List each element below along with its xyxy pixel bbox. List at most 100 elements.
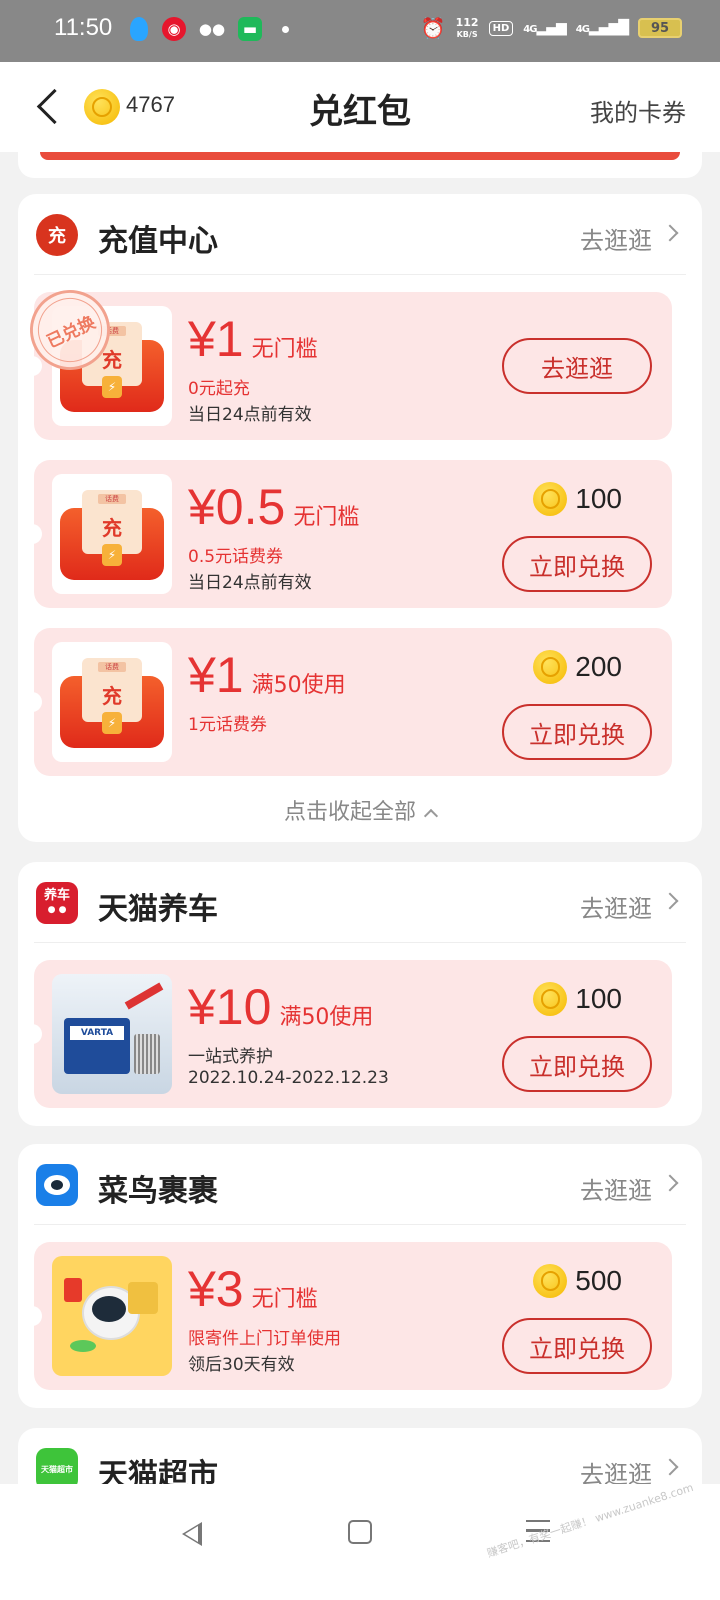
section-header[interactable]: 充 充值中心 去逛逛 [18, 194, 702, 274]
coin-price: 200 [533, 650, 622, 684]
coupon-amount: ¥3 [188, 1261, 244, 1317]
coupon-card: 话费充 ⚡ ¥0.5 无门槛 0.5元话费券 当日24点前有效 100 立即兑换 [28, 460, 672, 608]
redeem-button[interactable]: 立即兑换 [502, 704, 652, 760]
coupon-desc: 一站式养护 [188, 1047, 273, 1067]
pack-tag: 话费 [98, 494, 126, 504]
car-battery-image: VARTA [52, 974, 172, 1094]
divider [34, 274, 686, 275]
coupon-value: ¥10 满50使用 [188, 978, 373, 1036]
red-packet-icon: 话费充 ⚡ [60, 488, 164, 580]
browse-link[interactable]: 去逛逛 [580, 221, 652, 256]
coupon-desc: 限寄件上门订单使用 [188, 1329, 341, 1349]
browse-link[interactable]: 去逛逛 [580, 889, 652, 924]
redeem-button[interactable]: 立即兑换 [502, 536, 652, 592]
wechat-icon: ●● [198, 20, 226, 38]
red-packet-image: 话费充 ⚡ [52, 474, 172, 594]
coin-icon [533, 650, 568, 684]
coupon-card: VARTA ¥10 满50使用 一站式养护 2022.10.24-2022.12… [28, 960, 672, 1108]
red-packet-icon: 话费充 ⚡ [60, 656, 164, 748]
pack-char: 充 [102, 684, 122, 708]
collapse-all-toggle[interactable]: 点击收起全部 [18, 794, 702, 826]
recharge-logo-text: 充 [48, 226, 66, 247]
price-value: 500 [575, 1265, 622, 1296]
lightning-icon: ⚡ [102, 544, 122, 566]
nav-home-icon[interactable] [348, 1520, 372, 1544]
lightning-icon: ⚡ [102, 376, 122, 398]
mascot-face-icon [92, 1296, 126, 1322]
weibo-icon: ◉ [162, 17, 186, 41]
coupon-card: 话费充 ⚡ ¥1 无门槛 0元起充 当日24点前有效 去逛逛 [28, 292, 672, 440]
coupon-condition: 无门槛 [251, 337, 318, 362]
status-bar: 11:50 ◉ ●● ▬ ⏰ 112 KB/S HD 4G▂▄▆ 4G▂▄▆█ 9… [0, 0, 720, 62]
network-speed: 112 KB/S [456, 17, 479, 40]
chevron-right-icon [661, 1174, 679, 1192]
system-nav-bar [0, 1484, 720, 1600]
filter-product-icon [134, 1034, 160, 1074]
coin-price: 100 [533, 482, 622, 516]
speed-unit: KB/S [456, 29, 478, 39]
price-value: 100 [575, 483, 622, 514]
stamp-text: 已兑换 [43, 312, 99, 353]
section-title: 充值中心 [98, 224, 218, 259]
coin-icon [533, 1264, 568, 1298]
tmall-car-logo-text: 养车 [43, 888, 70, 903]
coupon-value: ¥1 满50使用 [188, 646, 346, 704]
more-notifications-icon [282, 25, 289, 33]
section-recharge-center: 充 充值中心 去逛逛 话费充 ⚡ ¥1 无门槛 0元起充 当日24点前有效 去逛逛… [16, 194, 702, 842]
coupon-desc: 0元起充 [188, 379, 250, 399]
qq-icon [130, 17, 148, 41]
cainiao-logo-icon [36, 1164, 78, 1206]
chevron-right-icon [661, 892, 679, 910]
my-coupons-link[interactable]: 我的卡券 [590, 93, 686, 128]
section-header[interactable]: 养车 ● ● 天猫养车 去逛逛 [18, 862, 702, 942]
coupon-card: 话费充 ⚡ ¥1 满50使用 1元话费券 200 立即兑换 [28, 628, 672, 776]
app-header: 4767 兑红包 我的卡券 [0, 62, 720, 152]
coupon-amount: ¥1 [188, 311, 244, 367]
speed-value: 112 [455, 15, 479, 29]
alarm-icon: ⏰ [420, 16, 446, 40]
chevron-up-icon [423, 808, 439, 824]
redeem-button[interactable]: 立即兑换 [502, 1036, 652, 1092]
coupon-condition: 无门槛 [293, 505, 360, 530]
package-icon [128, 1282, 158, 1314]
status-right: ⏰ 112 KB/S HD 4G▂▄▆ 4G▂▄▆█ 95 [421, 16, 682, 40]
coupon-value: ¥1 无门槛 [188, 310, 318, 368]
section-title: 菜鸟裹裹 [98, 1174, 218, 1209]
pack-char: 充 [102, 516, 122, 540]
divider [34, 1224, 686, 1225]
coupon-validity: 2022.10.24-2022.12.23 [188, 1068, 389, 1088]
coin-price: 100 [533, 982, 622, 1016]
price-value: 200 [575, 651, 622, 682]
redeem-button[interactable]: 立即兑换 [502, 1318, 652, 1374]
nav-back-icon[interactable] [182, 1522, 202, 1546]
coupon-value: ¥0.5 无门槛 [188, 478, 359, 536]
browse-link[interactable]: 去逛逛 [580, 1171, 652, 1206]
coin-price: 500 [533, 1264, 622, 1298]
lightning-icon: ⚡ [102, 712, 122, 734]
coupon-amount: ¥0.5 [188, 479, 286, 535]
status-time: 11:50 [54, 14, 113, 41]
coupon-condition: 无门槛 [251, 1287, 318, 1312]
section-tmall-car: 养车 ● ● 天猫养车 去逛逛 VARTA ¥10 满50使用 一站式养护 202… [18, 862, 702, 1126]
coupon-validity: 当日24点前有效 [188, 573, 312, 593]
signal-label-2: 4G [575, 24, 590, 35]
small-red-packet-icon [64, 1278, 82, 1302]
recharge-logo-icon: 充 [36, 214, 78, 256]
coin-icon [533, 982, 568, 1016]
notification-icons: ◉ ●● ▬ [130, 17, 289, 41]
signal-icon-2: 4G▂▄▆█ [575, 20, 629, 36]
coupon-validity: 领后30天有效 [188, 1355, 295, 1375]
signal-icon-1: 4G▂▄▆ [523, 20, 566, 36]
message-app-icon: ▬ [238, 17, 262, 41]
coupon-desc: 0.5元话费券 [188, 547, 284, 567]
red-packet-image: 话费充 ⚡ [52, 642, 172, 762]
browse-button[interactable]: 去逛逛 [502, 338, 652, 394]
brand-label: VARTA [70, 1026, 124, 1040]
coupon-desc: 1元话费券 [188, 715, 267, 735]
section-header[interactable]: 菜鸟裹裹 去逛逛 [18, 1144, 702, 1224]
price-value: 100 [575, 983, 622, 1014]
pack-tag: 话费 [98, 662, 126, 672]
tools-icon [124, 982, 164, 1010]
tmall-car-logo-icon: 养车 ● ● [36, 882, 78, 924]
section-title: 天猫养车 [98, 892, 218, 927]
